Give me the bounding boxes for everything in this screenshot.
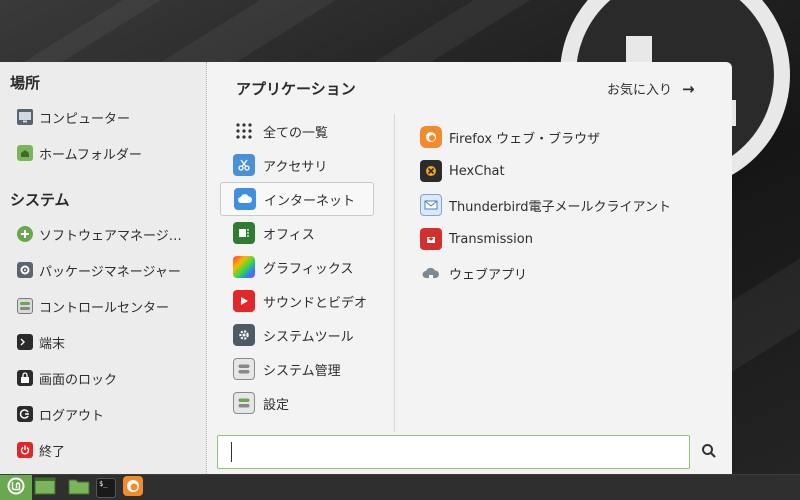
terminal-icon: $_ [96,478,116,498]
files-icon [68,477,90,499]
category-label: グラフィックス [263,261,354,277]
hexchat-icon [420,160,442,182]
column-divider [394,114,395,432]
sidebar-item-shutdown[interactable]: 終了 [10,436,200,464]
cloud-icon [234,188,256,210]
scissors-icon [233,154,255,176]
sidebar-item-label: ログアウト [39,408,105,424]
favorites-label: お気に入り [607,83,673,98]
app-thunderbird[interactable]: Thunderbird電子メールクライアント [418,190,718,220]
package-manager-icon [17,262,33,278]
category-office[interactable]: オフィス [220,216,374,250]
menu-icon [6,476,26,500]
computer-icon [17,109,33,125]
places-heading: 場所 [10,74,41,92]
firefox-icon [123,476,143,500]
sidebar-item-label: ソフトウェアマネージ… [39,228,182,244]
search-button[interactable] [697,442,721,464]
office-icon [233,222,255,244]
app-label: ウェブアプリ [449,267,528,283]
firefox-icon [420,126,442,148]
sidebar-item-label: コンピューター [39,111,131,127]
grid-icon [233,120,255,142]
toggle-icon [233,358,255,380]
graphics-icon [233,256,255,278]
terminal-icon [17,334,33,350]
software-manager-icon [17,226,33,242]
favorites-button[interactable]: お気に入り → [607,79,695,99]
sidebar-item-terminal[interactable]: 端末 [10,328,200,356]
terminal-button[interactable]: $_ [94,475,118,500]
system-heading: システム [10,191,70,209]
menu-button[interactable] [0,475,32,500]
category-graphics[interactable]: グラフィックス [220,250,374,284]
category-label: アクセサリ [263,159,328,175]
category-administration[interactable]: システム管理 [220,352,374,386]
sidebar-item-logout[interactable]: ログアウト [10,400,200,428]
settings-toggle-icon [233,392,255,414]
power-icon [17,442,33,458]
sidebar-item-lock-screen[interactable]: 画面のロック [10,364,200,392]
home-folder-icon [17,145,33,161]
app-transmission[interactable]: Transmission [418,224,718,254]
sidebar-item-software-manager[interactable]: ソフトウェアマネージ… [10,220,200,248]
app-label: Thunderbird電子メールクライアント [449,199,671,215]
sidebar-item-label: 終了 [39,444,66,460]
play-icon [233,290,255,312]
category-preferences[interactable]: 設定 [220,386,374,420]
category-label: インターネット [264,193,356,209]
app-firefox[interactable]: Firefox ウェブ・ブラウザ [418,122,718,152]
sidebar: 場所 コンピューター ホームフォルダー システム ソフトウェアマネージ… パッケ… [0,62,207,474]
sidebar-item-label: 端末 [39,336,66,352]
sidebar-item-control-center[interactable]: コントロールセンター [10,292,200,320]
category-all[interactable]: 全ての一覧 [220,114,374,148]
category-label: システムツール [263,329,354,345]
category-label: 設定 [263,397,290,413]
sidebar-item-label: ホームフォルダー [39,147,142,163]
taskbar: $_ [0,474,800,500]
text-caret [231,442,232,462]
webapp-icon [420,262,442,284]
category-internet[interactable]: インターネット [220,182,374,216]
logout-icon [17,406,33,422]
application-menu: 場所 コンピューター ホームフォルダー システム ソフトウェアマネージ… パッケ… [0,62,732,474]
category-label: サウンドとビデオ [263,295,368,311]
sidebar-item-label: 画面のロック [39,372,118,388]
show-desktop-icon [34,477,56,499]
app-label: HexChat [449,163,505,179]
sidebar-item-package-manager[interactable]: パッケージマネージャー [10,256,200,284]
category-label: システム管理 [263,363,341,379]
app-hexchat[interactable]: HexChat [418,156,718,186]
sidebar-item-label: コントロールセンター [39,300,170,316]
sidebar-item-label: パッケージマネージャー [39,264,181,280]
category-system-tools[interactable]: システムツール [220,318,374,352]
firefox-launcher[interactable] [120,475,146,500]
gear-icon [233,324,255,346]
app-label: Transmission [449,231,533,247]
show-desktop-button[interactable] [32,475,58,500]
files-button[interactable] [66,475,92,500]
lock-icon [17,370,33,386]
app-webapps[interactable]: ウェブアプリ [418,258,718,288]
category-label: 全ての一覧 [263,125,329,141]
control-center-icon [17,298,33,314]
transmission-icon [420,228,442,250]
search-field[interactable] [217,435,690,469]
category-label: オフィス [263,227,315,243]
app-label: Firefox ウェブ・ブラウザ [449,131,601,147]
sidebar-item-computer[interactable]: コンピューター [10,103,200,131]
thunderbird-icon [420,194,442,216]
search-icon [701,443,717,463]
applications-title: アプリケーション [236,80,356,98]
category-accessories[interactable]: アクセサリ [220,148,374,182]
category-sound-video[interactable]: サウンドとビデオ [220,284,374,318]
sidebar-item-home-folder[interactable]: ホームフォルダー [10,139,200,167]
arrow-right-icon: → [682,79,695,98]
search-input[interactable] [218,436,689,468]
